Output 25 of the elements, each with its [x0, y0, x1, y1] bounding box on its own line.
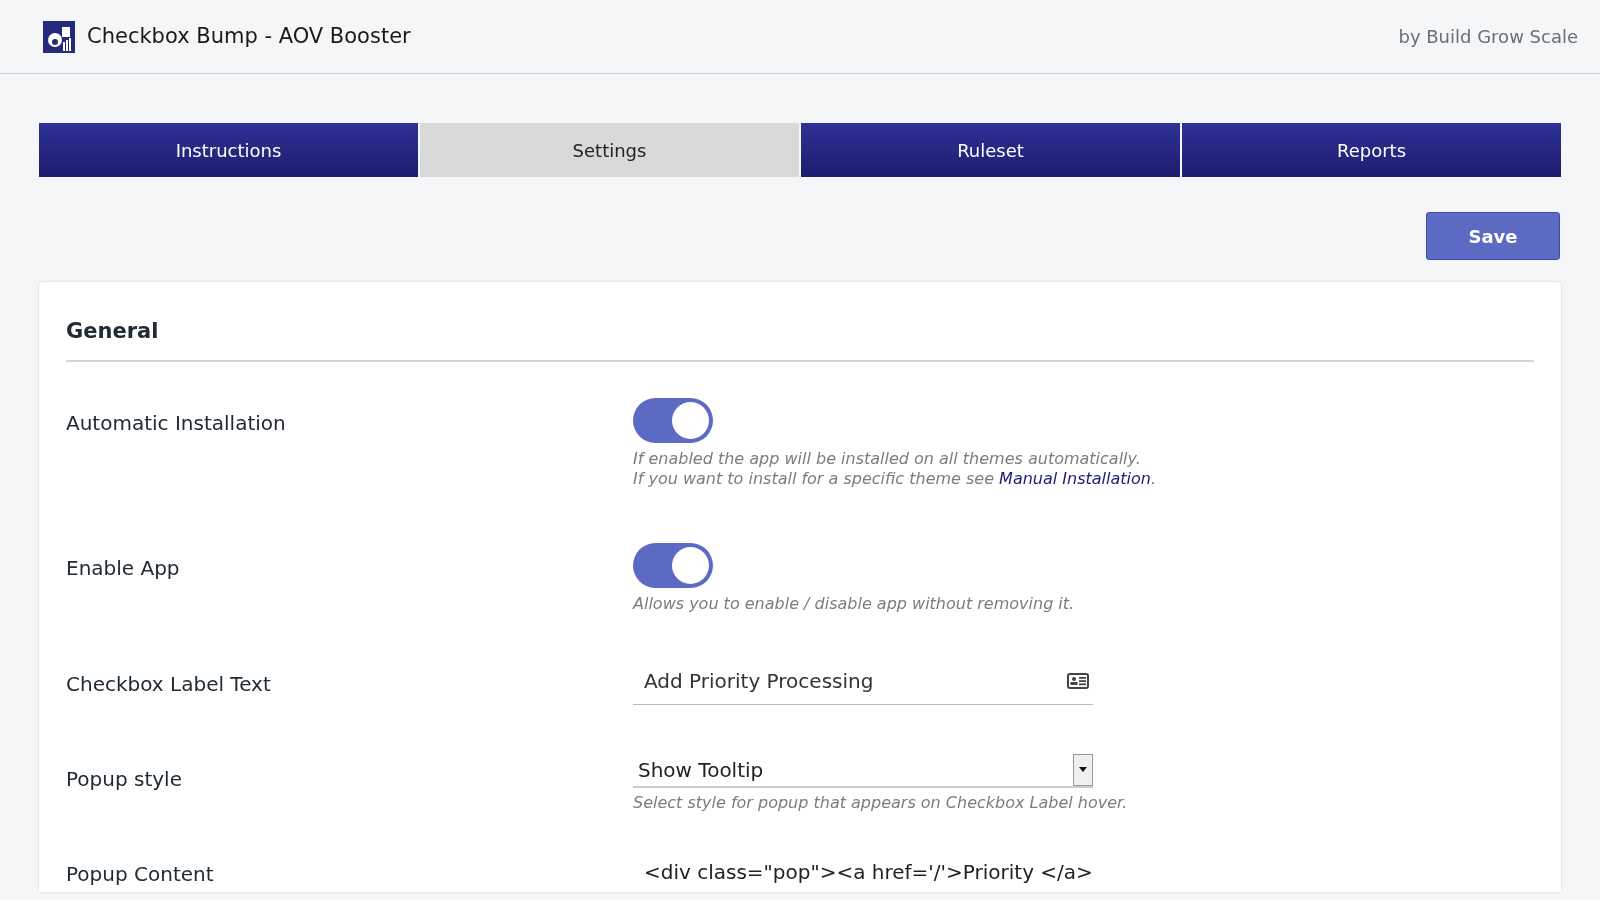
setting-label: Checkbox Label Text: [66, 670, 272, 698]
setting-label: Enable App: [66, 554, 181, 582]
app-title: Checkbox Bump - AOV Booster: [87, 22, 411, 50]
help-text: Select style for popup that appears on Checkbox Label hover.: [633, 792, 1129, 813]
text-input-field[interactable]: Add Priority Processing: [633, 658, 1093, 705]
app-logo-icon: [43, 20, 75, 53]
dropdown-caret-icon: [1073, 753, 1093, 786]
tab[interactable]: Settings: [420, 123, 799, 177]
toggle-switch[interactable]: [633, 397, 713, 443]
tab[interactable]: Reports: [1182, 123, 1561, 177]
save-button[interactable]: Save: [1426, 212, 1560, 260]
manual-installation-link[interactable]: Manual Installation: [999, 468, 1151, 488]
popup-style-dropdown[interactable]: Show Tooltip: [633, 753, 1093, 788]
setting-label: Popup style: [66, 765, 183, 793]
id-card-icon: [1067, 673, 1089, 689]
help-text: Allows you to enable / disable app without removing it.: [633, 593, 1076, 614]
tab[interactable]: Ruleset: [801, 123, 1180, 177]
developer-byline: by Build Grow Scale: [1398, 25, 1578, 49]
help-text: If enabled the app will be installed on all themes automatically. If you want to install for a specific theme see Manual Installation.: [633, 448, 1158, 489]
setting-label: Popup Content: [66, 860, 215, 888]
setting-label: Automatic Installation: [66, 409, 287, 437]
tab[interactable]: Instructions: [39, 123, 418, 177]
section-heading: General: [66, 318, 160, 345]
toggle-switch[interactable]: [633, 542, 713, 588]
popup-content-textarea[interactable]: <div class="pop"><a href='/'>Priority </a>: [633, 848, 1093, 887]
